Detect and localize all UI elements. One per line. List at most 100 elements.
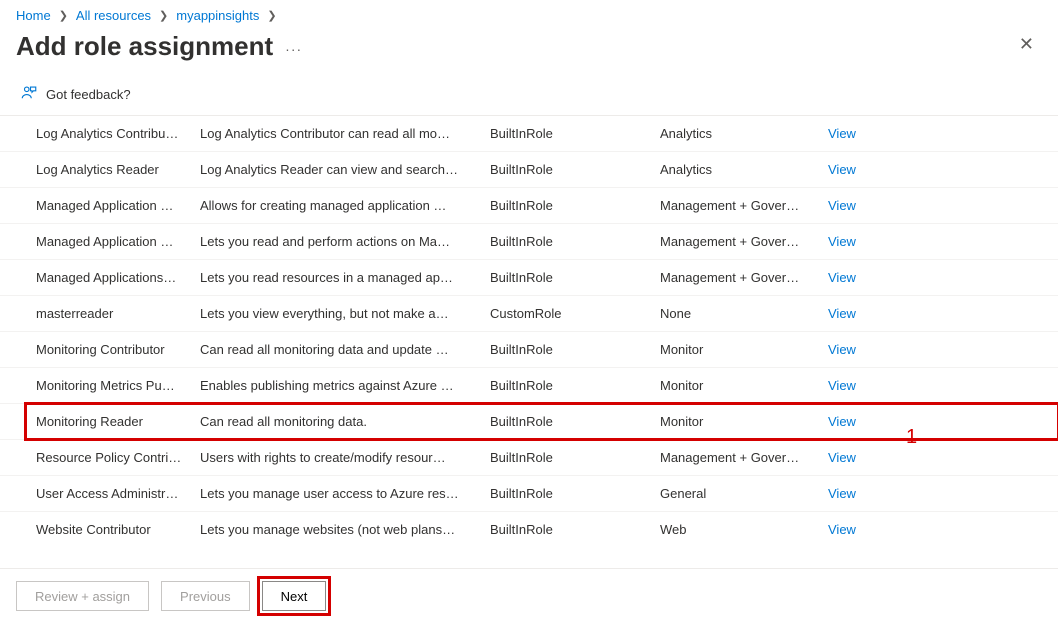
table-row[interactable]: Managed Applications…Lets you read resou… — [0, 260, 1058, 296]
role-name: Log Analytics Contribu… — [36, 126, 200, 141]
chevron-right-icon: ❯ — [159, 9, 168, 22]
feedback-icon — [20, 84, 38, 105]
role-category: Management + Gover… — [660, 198, 828, 213]
feedback-link[interactable]: Got feedback? — [0, 78, 1058, 115]
role-description: Lets you view everything, but not make a… — [200, 306, 490, 321]
role-name: masterreader — [36, 306, 200, 321]
role-name: Managed Applications… — [36, 270, 200, 285]
table-row[interactable]: Monitoring Metrics Pu…Enables publishing… — [0, 368, 1058, 404]
role-description: Lets you read resources in a managed ap… — [200, 270, 490, 285]
role-view-cell: View — [828, 450, 898, 465]
role-view-cell: View — [828, 306, 898, 321]
role-description: Allows for creating managed application … — [200, 198, 490, 213]
feedback-label: Got feedback? — [46, 87, 131, 102]
role-view-cell: View — [828, 162, 898, 177]
role-type: BuiltInRole — [490, 378, 660, 393]
view-link[interactable]: View — [828, 378, 856, 393]
table-row[interactable]: User Access Administr…Lets you manage us… — [0, 476, 1058, 512]
role-description: Log Analytics Reader can view and search… — [200, 162, 490, 177]
role-name: Monitoring Metrics Pu… — [36, 378, 200, 393]
table-row[interactable]: Log Analytics ReaderLog Analytics Reader… — [0, 152, 1058, 188]
role-type: BuiltInRole — [490, 234, 660, 249]
view-link[interactable]: View — [828, 450, 856, 465]
role-type: BuiltInRole — [490, 342, 660, 357]
role-description: Users with rights to create/modify resou… — [200, 450, 490, 465]
role-category: Management + Gover… — [660, 270, 828, 285]
role-category: Analytics — [660, 162, 828, 177]
role-category: Monitor — [660, 342, 828, 357]
role-description: Lets you manage websites (not web plans… — [200, 522, 490, 537]
view-link[interactable]: View — [828, 234, 856, 249]
view-link[interactable]: View — [828, 522, 856, 537]
role-description: Lets you manage user access to Azure res… — [200, 486, 490, 501]
role-description: Enables publishing metrics against Azure… — [200, 378, 490, 393]
table-row[interactable]: Resource Policy Contri…Users with rights… — [0, 440, 1058, 476]
table-row[interactable]: Log Analytics Contribu…Log Analytics Con… — [0, 116, 1058, 152]
role-view-cell: View — [828, 486, 898, 501]
view-link[interactable]: View — [828, 414, 856, 429]
role-name: User Access Administr… — [36, 486, 200, 501]
role-type: BuiltInRole — [490, 162, 660, 177]
role-name: Resource Policy Contri… — [36, 450, 200, 465]
role-type: BuiltInRole — [490, 270, 660, 285]
view-link[interactable]: View — [828, 126, 856, 141]
previous-button[interactable]: Previous — [161, 581, 250, 611]
role-category: Analytics — [660, 126, 828, 141]
role-type: BuiltInRole — [490, 450, 660, 465]
more-actions-icon[interactable]: ··· — [285, 33, 302, 57]
role-name: Managed Application … — [36, 198, 200, 213]
view-link[interactable]: View — [828, 306, 856, 321]
role-type: BuiltInRole — [490, 414, 660, 429]
role-category: Management + Gover… — [660, 234, 828, 249]
role-view-cell: View — [828, 378, 898, 393]
role-description: Log Analytics Contributor can read all m… — [200, 126, 490, 141]
table-row[interactable]: Website ContributorLets you manage websi… — [0, 512, 1058, 545]
role-name: Log Analytics Reader — [36, 162, 200, 177]
view-link[interactable]: View — [828, 198, 856, 213]
role-category: General — [660, 486, 828, 501]
role-type: BuiltInRole — [490, 126, 660, 141]
role-view-cell: View — [828, 414, 898, 429]
role-view-cell: View — [828, 522, 898, 537]
role-name: Managed Application … — [36, 234, 200, 249]
breadcrumb: Home ❯ All resources ❯ myappinsights ❯ — [0, 0, 1058, 27]
breadcrumb-home[interactable]: Home — [16, 8, 51, 23]
review-assign-button[interactable]: Review + assign — [16, 581, 149, 611]
role-category: Monitor — [660, 378, 828, 393]
table-row[interactable]: masterreaderLets you view everything, bu… — [0, 296, 1058, 332]
role-view-cell: View — [828, 126, 898, 141]
view-link[interactable]: View — [828, 270, 856, 285]
role-type: BuiltInRole — [490, 522, 660, 537]
role-view-cell: View — [828, 234, 898, 249]
role-description: Can read all monitoring data. — [200, 414, 490, 429]
view-link[interactable]: View — [828, 162, 856, 177]
role-type: BuiltInRole — [490, 198, 660, 213]
table-row[interactable]: Managed Application …Lets you read and p… — [0, 224, 1058, 260]
view-link[interactable]: View — [828, 342, 856, 357]
breadcrumb-all-resources[interactable]: All resources — [76, 8, 151, 23]
role-name: Monitoring Contributor — [36, 342, 200, 357]
table-row[interactable]: Monitoring ReaderCan read all monitoring… — [0, 404, 1058, 440]
role-category: Web — [660, 522, 828, 537]
close-icon[interactable]: ✕ — [1011, 30, 1042, 59]
role-view-cell: View — [828, 270, 898, 285]
chevron-right-icon: ❯ — [59, 9, 68, 22]
role-category: None — [660, 306, 828, 321]
breadcrumb-resource[interactable]: myappinsights — [176, 8, 259, 23]
role-name: Monitoring Reader — [36, 414, 200, 429]
role-description: Can read all monitoring data and update … — [200, 342, 490, 357]
next-button[interactable]: Next — [262, 581, 327, 611]
roles-table[interactable]: Log Analytics Contribu…Log Analytics Con… — [0, 115, 1058, 545]
role-name: Website Contributor — [36, 522, 200, 537]
role-category: Monitor — [660, 414, 828, 429]
table-row[interactable]: Monitoring ContributorCan read all monit… — [0, 332, 1058, 368]
page-header: Add role assignment ··· ✕ — [0, 27, 1058, 78]
role-category: Management + Gover… — [660, 450, 828, 465]
view-link[interactable]: View — [828, 486, 856, 501]
role-type: BuiltInRole — [490, 486, 660, 501]
role-view-cell: View — [828, 342, 898, 357]
table-row[interactable]: Managed Application …Allows for creating… — [0, 188, 1058, 224]
wizard-footer: Review + assign Previous Next — [0, 568, 1058, 623]
role-type: CustomRole — [490, 306, 660, 321]
role-view-cell: View — [828, 198, 898, 213]
